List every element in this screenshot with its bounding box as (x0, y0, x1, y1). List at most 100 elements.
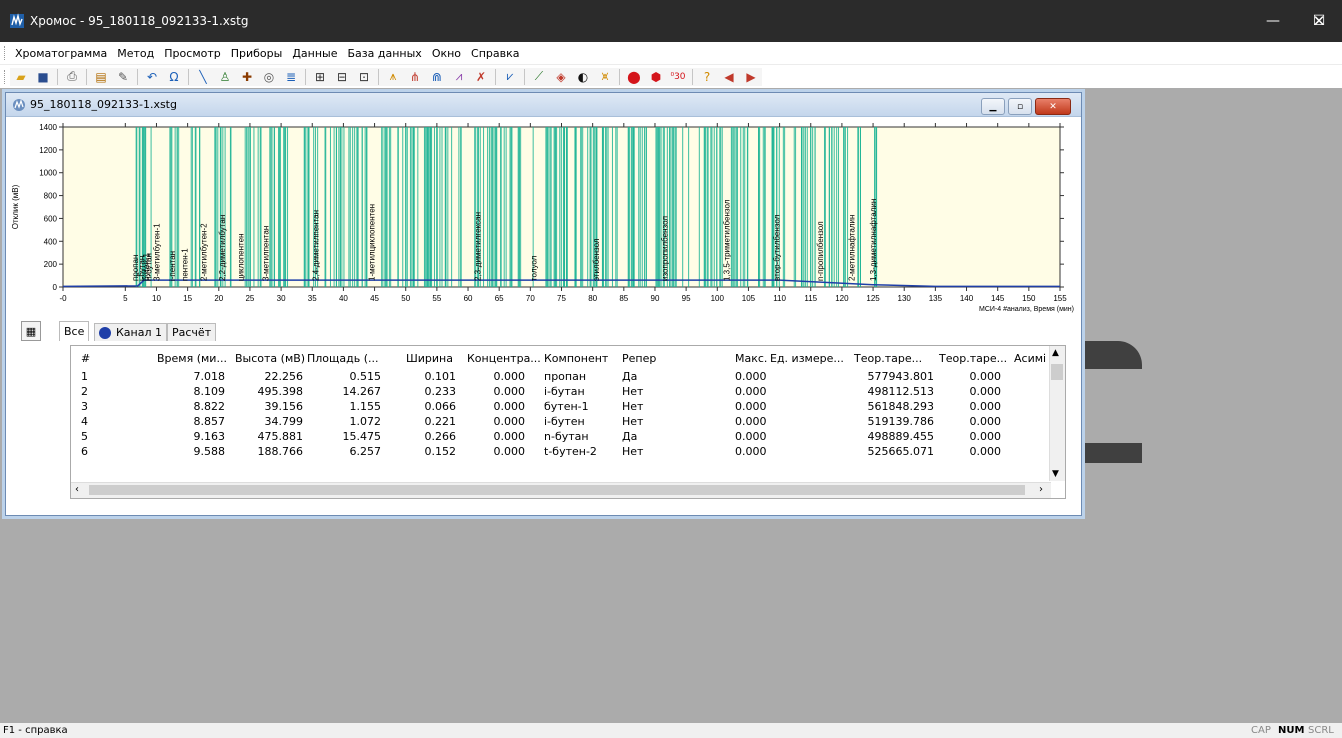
chart-svg[interactable]: 0 200 400 600 800 1000 1200 1400 -0 5 10 15 20 25 30 35… (8, 119, 1076, 315)
table-cell[interactable]: 0.000 (735, 385, 767, 398)
table-cell[interactable]: 0.000 (939, 445, 1002, 458)
book-icon[interactable]: ▤ (92, 68, 110, 86)
table-cell[interactable]: 0.000 (939, 430, 1002, 443)
table-cell[interactable]: 0.000 (939, 415, 1002, 428)
menu-database[interactable]: База данных (343, 47, 427, 60)
integrate-icon[interactable]: ⩗ (501, 68, 519, 86)
zoom-vertical-icon[interactable]: ⊡ (355, 68, 373, 86)
col-header[interactable]: Компонент (544, 352, 608, 365)
table-cell[interactable]: 0.000 (939, 385, 1002, 398)
timer-icon[interactable]: ⁰30 (669, 68, 687, 86)
col-header[interactable]: Ед. измере... (770, 352, 844, 365)
contrast-icon[interactable]: ◐ (574, 68, 592, 86)
table-cell[interactable]: 0.000 (939, 370, 1002, 383)
menu-devices[interactable]: Приборы (226, 47, 288, 60)
table-cell[interactable]: 15.475 (307, 430, 382, 443)
scroll-thumb[interactable] (1051, 364, 1063, 380)
table-cell[interactable]: 525665.071 (854, 445, 934, 458)
table-cell[interactable]: 14.267 (307, 385, 382, 398)
next-arrow-icon[interactable]: ▶ (742, 68, 760, 86)
table-cell[interactable]: 8.857 (157, 415, 226, 428)
table-cell[interactable]: 3 (81, 400, 88, 413)
col-header[interactable]: Ширина (406, 352, 453, 365)
help-icon[interactable]: ? (698, 68, 716, 86)
peak-split-icon[interactable]: ⋔ (406, 68, 424, 86)
table-cell[interactable]: 0.066 (406, 400, 457, 413)
table-cell[interactable]: 0.221 (406, 415, 457, 428)
graph-icon[interactable]: ⟋ (530, 68, 548, 86)
table-cell[interactable]: 0.000 (735, 415, 767, 428)
undo-icon[interactable]: ↶ (143, 68, 161, 86)
prev-arrow-icon[interactable]: ◀ (720, 68, 738, 86)
stop-all-icon[interactable]: ⬢ (647, 68, 665, 86)
table-cell[interactable]: t-бутен-2 (544, 445, 597, 458)
table-cell[interactable]: 22.256 (235, 370, 304, 383)
child-close-button[interactable]: ✕ (1035, 98, 1071, 115)
table-cell[interactable]: 1.155 (307, 400, 382, 413)
scroll-down-icon[interactable]: ▼ (1052, 469, 1059, 479)
line-tool-icon[interactable]: ╲ (194, 68, 212, 86)
eye-icon[interactable]: ◎ (260, 68, 278, 86)
table-cell[interactable]: 519139.786 (854, 415, 934, 428)
table-cell[interactable]: 8.822 (157, 400, 226, 413)
zoom-horizontal-icon[interactable]: ⊟ (333, 68, 351, 86)
table-cell[interactable]: Нет (622, 400, 643, 413)
table-cell[interactable]: 498889.455 (854, 430, 934, 443)
table-cell[interactable]: 39.156 (235, 400, 304, 413)
table-cell[interactable]: пропан (544, 370, 586, 383)
table-cell[interactable]: 4 (81, 415, 88, 428)
crosshair-icon[interactable]: ✚ (238, 68, 256, 86)
close-button[interactable]: ✕ (1296, 0, 1342, 42)
table-cell[interactable]: 561848.293 (854, 400, 934, 413)
peaks-table[interactable]: # Время (ми... Высота (мВ) Площадь (... … (70, 345, 1066, 499)
tab-calc[interactable]: Расчёт (167, 323, 217, 341)
compare-icon[interactable]: ⩙ (596, 68, 614, 86)
menu-window[interactable]: Окно (427, 47, 466, 60)
menu-help[interactable]: Справка (466, 47, 524, 60)
table-cell[interactable]: 498112.513 (854, 385, 934, 398)
table-cell[interactable]: 0.233 (406, 385, 457, 398)
table-cell[interactable]: 1.072 (307, 415, 382, 428)
col-header[interactable]: Репер (622, 352, 656, 365)
scroll-right-icon[interactable]: › (1039, 484, 1043, 495)
table-cell[interactable]: 0.000 (467, 415, 526, 428)
table-cell[interactable]: Нет (622, 415, 643, 428)
table-cell[interactable]: n-бутан (544, 430, 589, 443)
table-cell[interactable]: Нет (622, 385, 643, 398)
minimize-button[interactable]: — (1250, 0, 1296, 42)
open-folder-icon[interactable]: ▰ (12, 68, 30, 86)
table-cell[interactable]: i-бутен (544, 415, 585, 428)
table-cell[interactable]: бутен-1 (544, 400, 589, 413)
menu-view[interactable]: Просмотр (159, 47, 225, 60)
table-cell[interactable]: Да (622, 430, 637, 443)
stop-icon[interactable]: ⬤ (625, 68, 643, 86)
save-icon[interactable]: ■ (34, 68, 52, 86)
pen-icon[interactable]: ✎ (114, 68, 132, 86)
table-cell[interactable]: Нет (622, 445, 643, 458)
table-cell[interactable]: 8.109 (157, 385, 226, 398)
menu-chromatogram[interactable]: Хроматограмма (10, 47, 112, 60)
table-cell[interactable]: 34.799 (235, 415, 304, 428)
zoom-all-icon[interactable]: ⊞ (311, 68, 329, 86)
omega-icon[interactable]: Ω (165, 68, 183, 86)
col-header[interactable]: Асимі (1014, 352, 1046, 365)
table-cell[interactable]: 0.515 (307, 370, 382, 383)
peak-add-icon[interactable]: ⩚ (384, 68, 402, 86)
table-cell[interactable]: 0.152 (406, 445, 457, 458)
scroll-thumb[interactable] (89, 485, 1025, 495)
table-cell[interactable]: 0.000 (467, 400, 526, 413)
col-header[interactable]: Теор.таре... (854, 352, 922, 365)
table-cell[interactable]: 6.257 (307, 445, 382, 458)
table-cell[interactable]: 0.000 (735, 400, 767, 413)
scroll-left-icon[interactable]: ‹ (75, 484, 79, 495)
table-cell[interactable]: 0.000 (735, 430, 767, 443)
table-cell[interactable]: 5 (81, 430, 88, 443)
table-cell[interactable]: 6 (81, 445, 88, 458)
peak-delete-icon[interactable]: ✗ (472, 68, 490, 86)
menu-method[interactable]: Метод (112, 47, 159, 60)
col-header[interactable]: Теор.таре... (939, 352, 1007, 365)
table-cell[interactable]: i-бутан (544, 385, 585, 398)
calendar-button[interactable]: ▦ (21, 321, 41, 341)
table-cell[interactable]: 577943.801 (854, 370, 934, 383)
table-cell[interactable]: 0.000 (467, 445, 526, 458)
